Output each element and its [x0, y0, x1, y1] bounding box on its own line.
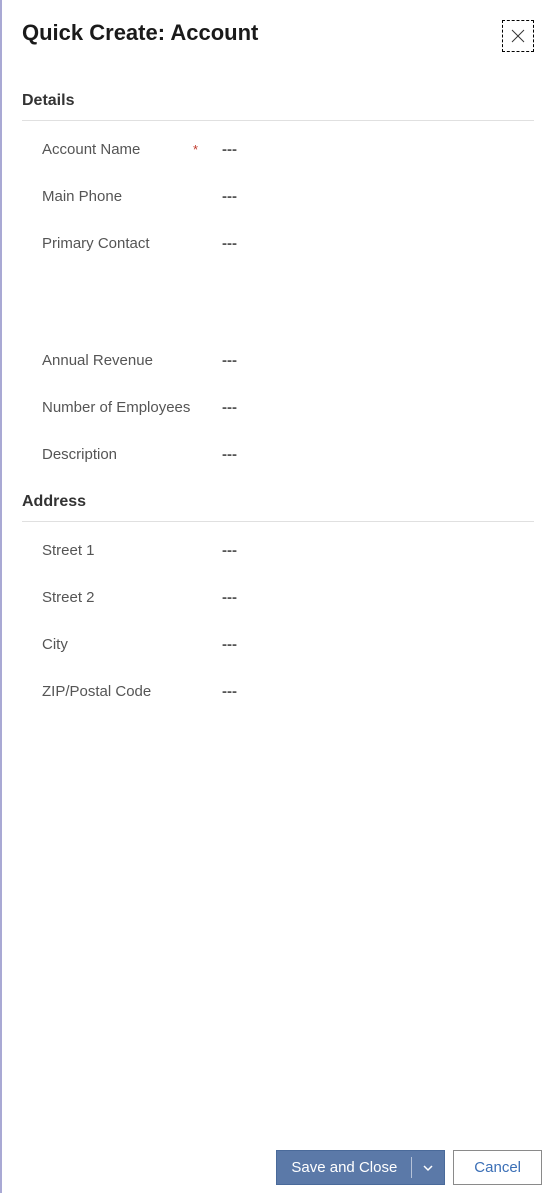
dialog-footer: Save and Close Cancel: [276, 1150, 542, 1185]
field-number-of-employees: Number of Employees ---: [42, 399, 534, 416]
input-annual-revenue[interactable]: ---: [212, 352, 237, 369]
chevron-down-icon: [422, 1162, 434, 1174]
label-city: City: [42, 636, 68, 653]
dialog-header: Quick Create: Account: [2, 0, 554, 62]
field-main-phone: Main Phone ---: [42, 188, 534, 205]
field-account-name: Account Name * ---: [42, 141, 534, 158]
input-street1[interactable]: ---: [212, 542, 237, 559]
input-primary-contact[interactable]: ---: [212, 235, 237, 252]
save-options-button[interactable]: [412, 1151, 444, 1184]
label-street1: Street 1: [42, 542, 95, 559]
input-city[interactable]: ---: [212, 636, 237, 653]
field-annual-revenue: Annual Revenue ---: [42, 352, 534, 369]
label-description: Description: [42, 446, 117, 463]
label-street2: Street 2: [42, 589, 95, 606]
label-number-of-employees: Number of Employees: [42, 399, 190, 416]
cancel-button[interactable]: Cancel: [453, 1150, 542, 1185]
input-number-of-employees[interactable]: ---: [212, 399, 237, 416]
label-annual-revenue: Annual Revenue: [42, 352, 153, 369]
required-indicator: *: [193, 142, 198, 157]
field-street2: Street 2 ---: [42, 589, 534, 606]
field-zip: ZIP/Postal Code ---: [42, 683, 534, 700]
input-street2[interactable]: ---: [212, 589, 237, 606]
input-account-name[interactable]: ---: [212, 141, 237, 158]
field-street1: Street 1 ---: [42, 542, 534, 559]
input-description[interactable]: ---: [212, 446, 237, 463]
save-and-close-button[interactable]: Save and Close: [277, 1151, 411, 1184]
label-account-name: Account Name: [42, 141, 140, 158]
input-main-phone[interactable]: ---: [212, 188, 237, 205]
label-primary-contact: Primary Contact: [42, 235, 150, 252]
section-title-address: Address: [22, 493, 534, 522]
input-zip[interactable]: ---: [212, 683, 237, 700]
field-city: City ---: [42, 636, 534, 653]
save-button-group: Save and Close: [276, 1150, 445, 1185]
field-primary-contact: Primary Contact ---: [42, 235, 534, 252]
details-fields: Account Name * --- Main Phone --- Primar…: [22, 141, 534, 463]
address-fields: Street 1 --- Street 2 --- City --- ZIP/P…: [22, 542, 534, 700]
close-button[interactable]: [502, 20, 534, 52]
dialog-title: Quick Create: Account: [22, 20, 258, 46]
field-description: Description ---: [42, 446, 534, 463]
label-main-phone: Main Phone: [42, 188, 122, 205]
dialog-content: Details Account Name * --- Main Phone --…: [2, 92, 554, 700]
close-icon: [511, 29, 525, 43]
label-zip: ZIP/Postal Code: [42, 683, 151, 700]
section-title-details: Details: [22, 92, 534, 121]
